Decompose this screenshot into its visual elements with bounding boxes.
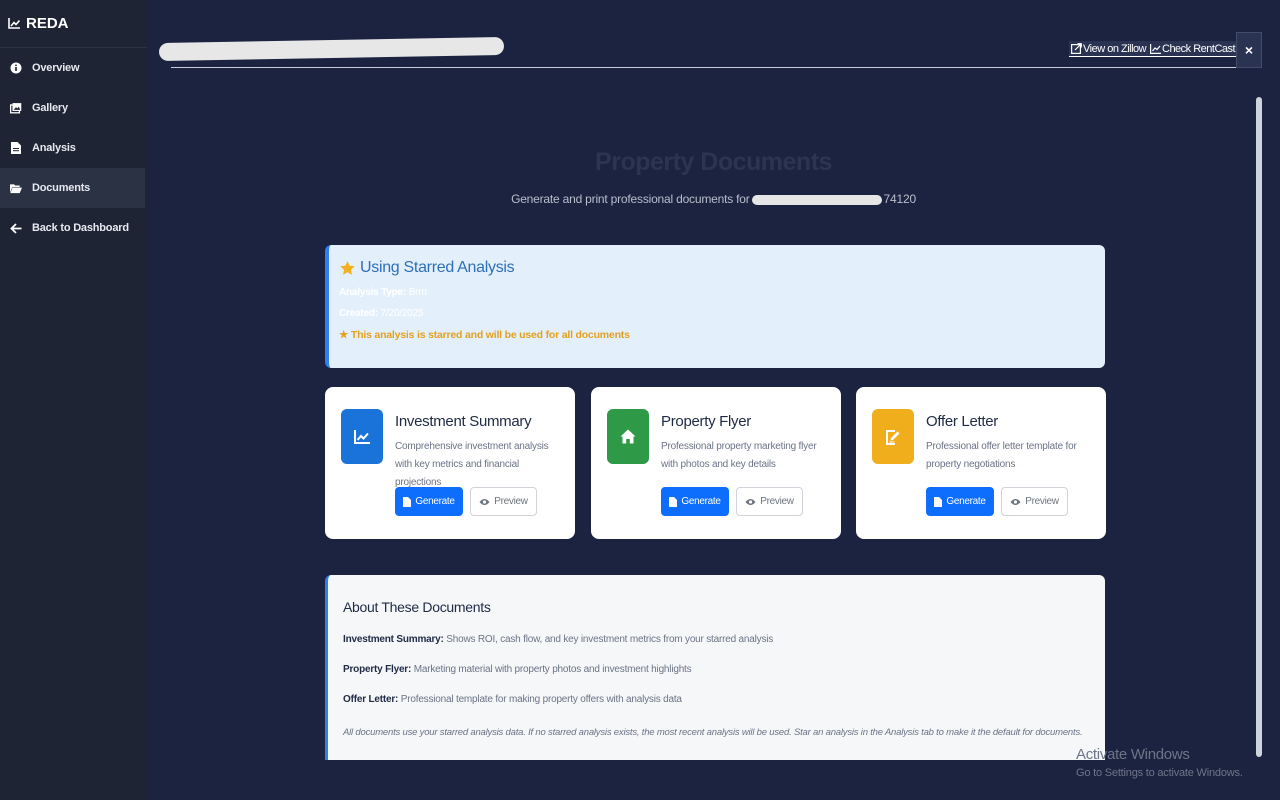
preview-label: Preview (760, 496, 794, 507)
document-icon (403, 496, 412, 507)
card-description: Comprehensive investment analysis with k… (395, 441, 549, 488)
property-flyer-card: Property Flyer Professional property mar… (591, 387, 841, 539)
generate-offer-letter-button[interactable]: Generate (926, 487, 994, 516)
about-row-investment-summary: Investment Summary: Shows ROI, cash flow… (343, 634, 1090, 645)
about-footnote: All documents use your starred analysis … (343, 727, 1083, 738)
document-icon (669, 496, 678, 507)
redacted-property-address (158, 36, 505, 62)
chart-line-icon (8, 18, 20, 29)
about-row-text: Shows ROI, cash flow, and key investment… (446, 634, 774, 645)
analysis-type-label: Analysis Type: (339, 287, 407, 298)
chart-line-icon (341, 409, 383, 464)
about-row-property-flyer: Property Flyer: Marketing material with … (343, 664, 1090, 675)
sidebar-item-label: Documents (32, 182, 91, 194)
signature-icon (872, 409, 914, 464)
view-on-zillow-button[interactable]: View on Zillow (1069, 41, 1149, 57)
preview-label: Preview (494, 496, 528, 507)
subtitle-suffix: 74120 (883, 192, 917, 206)
starred-analysis-panel: Using Starred Analysis Analysis Type: Br… (325, 245, 1105, 368)
sidebar-item-gallery[interactable]: Gallery (0, 88, 147, 128)
main-content: View on Zillow Check RentCast × Property… (147, 0, 1280, 800)
sidebar-item-documents[interactable]: Documents (0, 168, 145, 208)
sidebar-item-label: Analysis (32, 142, 76, 154)
eye-icon (745, 498, 756, 505)
page-subtitle: Generate and print professional document… (147, 192, 1280, 206)
analysis-type-value: Brrrr (408, 287, 428, 298)
preview-label: Preview (1025, 496, 1059, 507)
sidebar-item-label: Gallery (32, 102, 68, 114)
starred-analysis-heading: Using Starred Analysis (339, 259, 1095, 277)
sidebar-item-back-to-dashboard[interactable]: Back to Dashboard (0, 208, 147, 248)
about-documents-panel: About These Documents Investment Summary… (325, 575, 1105, 760)
watermark-title: Activate Windows (1076, 746, 1190, 763)
app-name: REDA (26, 15, 69, 32)
about-row-text: Marketing material with property photos … (413, 664, 692, 675)
investment-summary-card: Investment Summary Comprehensive investm… (325, 387, 575, 539)
preview-property-flyer-button[interactable]: Preview (736, 487, 803, 516)
redacted-address (751, 194, 882, 205)
card-title: Investment Summary (395, 413, 532, 430)
card-description: Professional property marketing flyer wi… (661, 441, 817, 470)
card-title: Property Flyer (661, 413, 751, 430)
starred-heading-text: Using Starred Analysis (360, 259, 515, 276)
generate-label: Generate (415, 496, 455, 507)
document-icon (10, 142, 22, 154)
external-link-icon (1071, 43, 1082, 54)
chart-line-icon (1150, 43, 1161, 54)
generate-investment-summary-button[interactable]: Generate (395, 487, 463, 516)
sidebar-item-overview[interactable]: Overview (0, 48, 147, 88)
view-on-zillow-label: View on Zillow (1083, 42, 1147, 55)
page-title: Property Documents (595, 148, 832, 176)
about-row-label: Investment Summary: (343, 634, 444, 645)
image-icon (10, 102, 22, 114)
activate-windows-watermark: Activate Windows Go to Settings to activ… (1076, 746, 1243, 779)
document-icon (934, 496, 943, 507)
created-value: 7/20/2025 (380, 308, 424, 319)
star-icon (340, 260, 355, 275)
analysis-type: Analysis Type: Brrrr (339, 287, 1095, 298)
folder-open-icon (10, 182, 22, 194)
generate-label: Generate (681, 496, 721, 507)
check-rentcast-label: Check RentCast (1162, 42, 1236, 55)
info-icon (10, 62, 22, 74)
about-row-offer-letter: Offer Letter: Professional template for … (343, 694, 1090, 705)
offer-letter-card: Offer Letter Professional offer letter t… (856, 387, 1106, 539)
eye-icon (1010, 498, 1021, 505)
starred-note: ★ This analysis is starred and will be u… (339, 329, 630, 341)
watermark-subtitle: Go to Settings to activate Windows. (1076, 767, 1243, 779)
preview-offer-letter-button[interactable]: Preview (1001, 487, 1068, 516)
about-title: About These Documents (343, 599, 491, 615)
sidebar-item-label: Overview (32, 62, 80, 74)
app-brand[interactable]: REDA (0, 0, 147, 48)
subtitle-prefix: Generate and print professional document… (511, 192, 750, 206)
sidebar-item-label: Back to Dashboard (32, 222, 129, 234)
check-rentcast-button[interactable]: Check RentCast (1148, 41, 1238, 57)
sidebar: REDA Overview Gallery Analysis Documents… (0, 0, 147, 800)
analysis-created: Created: 7/20/2025 (339, 308, 1095, 319)
eye-icon (479, 498, 490, 505)
about-row-label: Property Flyer: (343, 664, 412, 675)
card-title: Offer Letter (926, 413, 998, 430)
arrow-left-icon (10, 222, 22, 234)
header-bar: View on Zillow Check RentCast (158, 30, 1261, 68)
home-icon (607, 409, 649, 464)
created-label: Created: (339, 308, 378, 319)
sidebar-item-analysis[interactable]: Analysis (0, 128, 147, 168)
card-description: Professional offer letter template for p… (926, 441, 1077, 470)
close-button[interactable]: × (1236, 32, 1262, 68)
about-row-text: Professional template for making propert… (400, 694, 682, 705)
preview-investment-summary-button[interactable]: Preview (470, 487, 537, 516)
generate-label: Generate (946, 496, 986, 507)
about-row-label: Offer Letter: (343, 694, 399, 705)
generate-property-flyer-button[interactable]: Generate (661, 487, 729, 516)
